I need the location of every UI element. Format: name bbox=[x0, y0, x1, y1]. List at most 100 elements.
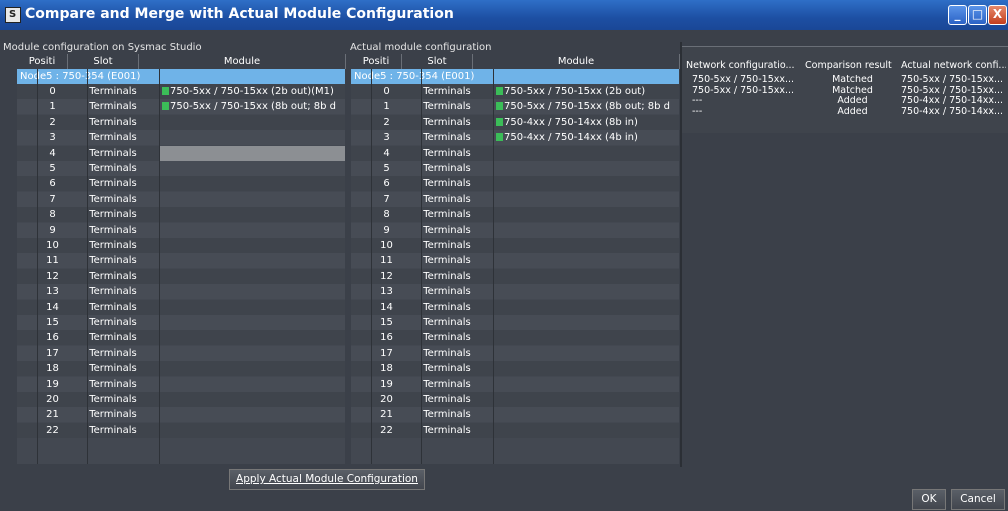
table-row[interactable]: 4 Terminals bbox=[351, 145, 679, 161]
module-cell[interactable]: 750-4xx / 750-14xx (8b in) bbox=[494, 115, 679, 130]
table-row[interactable]: 4 Terminals bbox=[17, 145, 345, 161]
table-row[interactable]: 2 Terminals bbox=[17, 114, 345, 130]
module-cell[interactable] bbox=[160, 361, 345, 376]
table-row[interactable]: 15 Terminals bbox=[351, 315, 679, 330]
module-cell[interactable] bbox=[160, 377, 345, 392]
table-row[interactable]: 11 Terminals bbox=[351, 253, 679, 269]
table-row[interactable]: 21 Terminals bbox=[17, 407, 345, 423]
module-cell[interactable] bbox=[494, 377, 679, 392]
table-row[interactable]: 3 Terminals bbox=[17, 130, 345, 146]
module-cell[interactable] bbox=[160, 145, 345, 161]
comparison-row[interactable]: --- Added 750-4xx / 750-14xx... bbox=[682, 96, 1008, 106]
module-cell[interactable] bbox=[494, 223, 679, 238]
table-row[interactable]: 22 Terminals bbox=[17, 422, 345, 438]
module-cell[interactable] bbox=[160, 161, 345, 176]
table-row[interactable]: 12 Terminals bbox=[351, 268, 679, 284]
node-row[interactable]: Node5 : 750-354 (E001) bbox=[17, 69, 345, 84]
module-cell[interactable] bbox=[494, 238, 679, 253]
module-cell[interactable] bbox=[160, 284, 345, 299]
maximize-button[interactable]: □ bbox=[968, 5, 987, 25]
comparison-row[interactable]: --- Added 750-4xx / 750-14xx... bbox=[682, 107, 1008, 117]
table-row[interactable]: 9 Terminals bbox=[17, 222, 345, 238]
table-row[interactable]: 20 Terminals bbox=[17, 392, 345, 407]
table-row[interactable]: 7 Terminals bbox=[351, 191, 679, 207]
module-cell[interactable] bbox=[160, 346, 345, 361]
module-cell[interactable] bbox=[494, 146, 679, 161]
table-row[interactable]: 5 Terminals bbox=[17, 161, 345, 176]
module-cell[interactable] bbox=[160, 269, 345, 284]
close-button[interactable]: X bbox=[988, 5, 1007, 25]
table-row[interactable]: 10 Terminals bbox=[17, 238, 345, 253]
module-column-header[interactable]: Module bbox=[473, 54, 680, 69]
module-cell[interactable] bbox=[160, 176, 345, 191]
module-cell[interactable] bbox=[160, 192, 345, 207]
table-row[interactable]: 14 Terminals bbox=[17, 299, 345, 315]
table-row[interactable]: 20 Terminals bbox=[351, 392, 679, 407]
module-cell[interactable] bbox=[494, 207, 679, 222]
table-row[interactable]: 18 Terminals bbox=[17, 361, 345, 377]
module-cell[interactable] bbox=[494, 269, 679, 284]
comparison-result-grid[interactable]: Network configuratio... Comparison result… bbox=[682, 46, 1008, 133]
table-row[interactable]: 18 Terminals bbox=[351, 361, 679, 377]
table-row[interactable]: 17 Terminals bbox=[17, 345, 345, 361]
comparison-row[interactable]: 750-5xx / 750-15xx... Matched 750-5xx / 75… bbox=[682, 75, 1008, 85]
table-row[interactable]: 0 Terminals 750-5xx / 750-15xx (2b out)(M1… bbox=[17, 84, 345, 99]
module-cell[interactable] bbox=[494, 176, 679, 191]
module-cell[interactable] bbox=[494, 315, 679, 330]
sysmac-config-grid[interactable]: Positi Slot Module Node5 : 750-354 (E001) 0 T… bbox=[17, 54, 346, 464]
network-config-column-header[interactable]: Network configuratio... bbox=[686, 59, 804, 73]
table-row[interactable]: 22 Terminals bbox=[351, 422, 679, 438]
table-row[interactable]: 19 Terminals bbox=[17, 376, 345, 392]
module-cell[interactable] bbox=[160, 423, 345, 438]
module-cell[interactable]: 750-5xx / 750-15xx (2b out)(M1) bbox=[160, 84, 345, 99]
module-cell[interactable] bbox=[494, 346, 679, 361]
table-row[interactable]: 13 Terminals bbox=[351, 284, 679, 300]
table-row[interactable]: 15 Terminals bbox=[17, 315, 345, 330]
module-cell[interactable] bbox=[160, 238, 345, 253]
table-row[interactable]: 14 Terminals bbox=[351, 299, 679, 315]
slot-column-header[interactable]: Slot bbox=[68, 54, 139, 69]
module-cell[interactable]: 750-5xx / 750-15xx (2b out) bbox=[494, 84, 679, 99]
comparison-row[interactable]: 750-5xx / 750-15xx... Matched 750-5xx / 75… bbox=[682, 86, 1008, 96]
actual-config-grid[interactable]: Positi Slot Module Node5 : 750-354 (E001) 0 T… bbox=[351, 54, 680, 464]
apply-actual-config-button[interactable]: Apply Actual Module Configuration bbox=[229, 469, 425, 490]
module-cell[interactable] bbox=[494, 161, 679, 176]
table-row[interactable]: 1 Terminals 750-5xx / 750-15xx (8b out; 8b… bbox=[17, 99, 345, 115]
module-cell[interactable] bbox=[160, 130, 345, 145]
module-cell[interactable] bbox=[160, 207, 345, 222]
position-column-header[interactable]: Positi bbox=[17, 54, 68, 69]
module-cell[interactable]: 750-5xx / 750-15xx (8b out; 8b d bbox=[494, 99, 679, 114]
module-cell[interactable] bbox=[160, 330, 345, 345]
module-cell[interactable] bbox=[160, 223, 345, 238]
table-row[interactable]: 10 Terminals bbox=[351, 238, 679, 253]
module-column-header[interactable]: Module bbox=[139, 54, 346, 69]
table-row[interactable]: 12 Terminals bbox=[17, 268, 345, 284]
table-row[interactable]: 8 Terminals bbox=[351, 207, 679, 223]
module-cell[interactable]: 750-4xx / 750-14xx (4b in) bbox=[494, 130, 679, 145]
module-cell[interactable] bbox=[160, 392, 345, 407]
table-row[interactable]: 5 Terminals bbox=[351, 161, 679, 176]
table-row[interactable]: 1 Terminals 750-5xx / 750-15xx (8b out; 8b… bbox=[351, 99, 679, 115]
module-cell[interactable] bbox=[494, 407, 679, 422]
table-row[interactable]: 6 Terminals bbox=[351, 176, 679, 192]
module-cell[interactable] bbox=[494, 392, 679, 407]
module-cell[interactable] bbox=[160, 300, 345, 315]
module-cell[interactable] bbox=[494, 330, 679, 345]
position-column-header[interactable]: Positi bbox=[351, 54, 402, 69]
table-row[interactable]: 9 Terminals bbox=[351, 222, 679, 238]
table-row[interactable]: 2 Terminals 750-4xx / 750-14xx (8b in) bbox=[351, 114, 679, 130]
cancel-button[interactable]: Cancel bbox=[951, 489, 1005, 510]
minimize-button[interactable]: _ bbox=[948, 5, 967, 25]
ok-button[interactable]: OK bbox=[912, 489, 946, 510]
node-row[interactable]: Node5 : 750-354 (E001) bbox=[351, 69, 679, 84]
table-row[interactable]: 8 Terminals bbox=[17, 207, 345, 223]
table-row[interactable]: 21 Terminals bbox=[351, 407, 679, 423]
table-row[interactable]: 16 Terminals bbox=[17, 330, 345, 346]
module-cell[interactable] bbox=[494, 253, 679, 268]
table-row[interactable]: 11 Terminals bbox=[17, 253, 345, 269]
slot-column-header[interactable]: Slot bbox=[402, 54, 473, 69]
table-row[interactable]: 19 Terminals bbox=[351, 376, 679, 392]
table-row[interactable]: 7 Terminals bbox=[17, 191, 345, 207]
module-cell[interactable] bbox=[160, 253, 345, 268]
actual-network-config-column-header[interactable]: Actual network confi... bbox=[901, 59, 1006, 73]
